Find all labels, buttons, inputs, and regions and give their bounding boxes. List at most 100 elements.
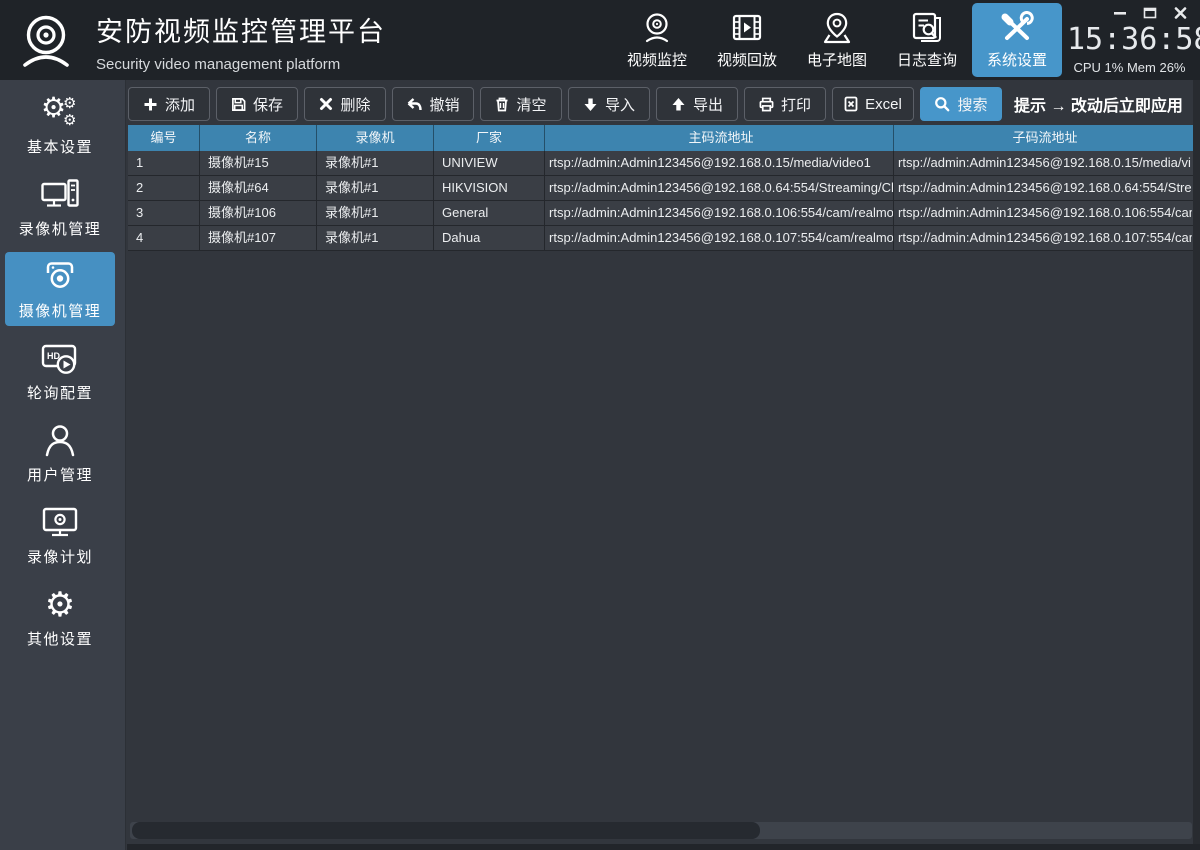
cell-vendor: UNIVIEW [434,151,545,175]
window-controls [1112,6,1188,20]
app-header: 安防视频监控管理平台 Security video management pla… [0,0,1200,80]
table-row[interactable]: 2 摄像机#64 录像机#1 HIKVISION rtsp://admin:Ad… [128,176,1193,201]
sidebar-item-other-settings[interactable]: ⚙ 其他设置 [5,580,115,654]
sidebar-item-label: 其他设置 [27,628,93,649]
arrow-up-icon [671,97,686,112]
cell-sub-stream: rtsp://admin:Admin123456@192.168.0.107:5… [894,226,1192,250]
nav-item-video-playback[interactable]: 视频回放 [702,3,792,77]
close-button[interactable] [1172,6,1188,20]
sidebar-item-recording-plan[interactable]: 录像计划 [5,498,115,572]
cell-recorder: 录像机#1 [317,176,434,200]
camera-table: 编号 名称 录像机 厂家 主码流地址 子码流地址 1 摄像机#15 录像机#1 … [128,125,1193,251]
cell-main-stream: rtsp://admin:Admin123456@192.168.0.107:5… [545,226,894,250]
recorder-icon [40,176,80,214]
nav-item-video-monitor[interactable]: 视频监控 [612,3,702,77]
button-label: 撤销 [429,94,459,115]
column-header-name: 名称 [200,125,317,151]
dome-camera-icon [40,258,80,296]
button-label: 搜索 [957,94,987,115]
nav-label: 日志查询 [897,49,957,70]
column-header-recorder: 录像机 [317,125,434,151]
clear-button[interactable]: 清空 [480,87,562,121]
save-icon [231,97,246,112]
cell-name: 摄像机#15 [200,151,317,175]
nav-item-system-settings[interactable]: 系统设置 [972,3,1062,77]
undo-icon [406,97,422,112]
horizontal-scrollbar-track[interactable] [130,822,1192,839]
nav-label: 视频监控 [627,49,687,70]
add-button[interactable]: 添加 [128,87,210,121]
gear-icon: ⚙ [40,586,80,624]
map-pin-icon [819,11,855,45]
nav-label: 视频回放 [717,49,777,70]
printer-icon [759,97,774,112]
playback-icon [729,11,765,45]
button-label: 打印 [781,94,811,115]
main-nav: 视频监控 视频回放 [612,2,1062,78]
cell-name: 摄像机#107 [200,226,317,250]
cell-id: 2 [128,176,200,200]
table-row[interactable]: 3 摄像机#106 录像机#1 General rtsp://admin:Adm… [128,201,1193,226]
nav-item-e-map[interactable]: 电子地图 [792,3,882,77]
nav-item-log-query[interactable]: 日志查询 [882,3,972,77]
table-row[interactable]: 1 摄像机#15 录像机#1 UNIVIEW rtsp://admin:Admi… [128,151,1193,176]
undo-button[interactable]: 撤销 [392,87,474,121]
import-button[interactable]: 导入 [568,87,650,121]
cell-main-stream: rtsp://admin:Admin123456@192.168.0.106:5… [545,201,894,225]
cell-name: 摄像机#64 [200,176,317,200]
column-header-id: 编号 [128,125,200,151]
table-header: 编号 名称 录像机 厂家 主码流地址 子码流地址 [128,125,1193,151]
sidebar-item-recorder-management[interactable]: 录像机管理 [5,170,115,244]
monitor-eye-icon [40,504,80,542]
excel-icon [844,96,858,112]
system-clock: 15:36:58 CPU 1% Mem 26% [1067,22,1192,75]
search-button[interactable]: 搜索 [920,87,1002,121]
sidebar-item-label: 摄像机管理 [19,300,102,321]
sidebar-item-label: 轮询配置 [27,382,93,403]
horizontal-scrollbar-thumb[interactable] [132,822,760,839]
app-logo-webcam-icon [14,9,78,71]
delete-button[interactable]: 删除 [304,87,386,121]
sidebar-item-basic-settings[interactable]: ⚙ ⚙ ⚙ 基本设置 [5,88,115,162]
cell-sub-stream: rtsp://admin:Admin123456@192.168.0.106:5… [894,201,1192,225]
save-button[interactable]: 保存 [216,87,298,121]
column-header-main-stream: 主码流地址 [545,125,894,151]
button-label: 保存 [253,94,283,115]
tools-icon [999,11,1035,45]
mem-stat: Mem 26% [1127,60,1186,75]
sidebar-item-label: 用户管理 [27,464,93,485]
toolbar: 添加 保存 删除 撤销 清空 导入 导出 打印 [128,86,1183,122]
apply-hint-text: 提示 → 改动后立即应用 [1014,92,1183,116]
cell-recorder: 录像机#1 [317,201,434,225]
page-title: 安防视频监控管理平台 [96,10,386,49]
cell-sub-stream: rtsp://admin:Admin123456@192.168.0.15/me… [894,151,1192,175]
sidebar-item-polling-config[interactable]: HD 轮询配置 [5,334,115,408]
x-icon [319,97,333,111]
minimize-button[interactable] [1112,6,1128,20]
cpu-mem-stats: CPU 1% Mem 26% [1067,60,1192,75]
sidebar-item-camera-management[interactable]: 摄像机管理 [5,252,115,326]
cpu-stat: CPU 1% [1073,60,1123,75]
button-label: 添加 [165,94,195,115]
page-subtitle: Security video management platform [96,56,386,73]
cell-recorder: 录像机#1 [317,226,434,250]
sidebar-item-label: 录像机管理 [19,218,102,239]
hd-play-icon: HD [40,340,80,378]
print-button[interactable]: 打印 [744,87,826,121]
search-icon [934,96,950,112]
button-label: Excel [865,96,902,113]
export-button[interactable]: 导出 [656,87,738,121]
nav-label: 系统设置 [987,49,1047,70]
cell-recorder: 录像机#1 [317,151,434,175]
maximize-button[interactable] [1142,6,1158,20]
log-search-icon [909,11,945,45]
user-icon [40,422,80,460]
table-row[interactable]: 4 摄像机#107 录像机#1 Dahua rtsp://admin:Admin… [128,226,1193,251]
arrow-down-icon [583,97,598,112]
cell-vendor: HIKVISION [434,176,545,200]
nav-label: 电子地图 [807,49,867,70]
excel-button[interactable]: Excel [832,87,914,121]
clock-time: 15:36:58 [1067,22,1192,57]
button-label: 清空 [516,94,546,115]
sidebar-item-user-management[interactable]: 用户管理 [5,416,115,490]
